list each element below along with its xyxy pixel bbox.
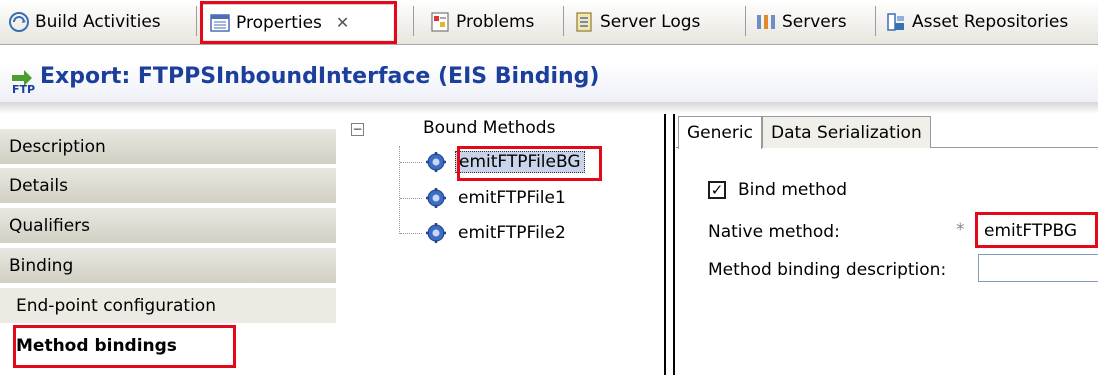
close-icon[interactable]: ✕ (336, 13, 349, 32)
tree-connector (400, 233, 422, 234)
build-activities-icon (9, 12, 29, 32)
method-gear-icon (426, 188, 446, 208)
properties-nav: Description Details Qualifiers Binding E… (0, 114, 336, 375)
nav-item-label: Description (9, 136, 106, 157)
native-method-field[interactable]: emitFTPBG (980, 218, 1097, 244)
nav-item-description[interactable]: Description (0, 129, 336, 166)
tab-separator (563, 6, 564, 36)
method-detail-panel: Generic Data Serialization (676, 114, 1098, 375)
collapse-toggle-icon[interactable]: − (351, 123, 364, 136)
problems-icon (431, 12, 449, 32)
tab-build-activities[interactable]: Build Activities (2, 4, 167, 40)
properties-icon (210, 13, 230, 32)
tree-connector (399, 146, 400, 234)
method-gear-icon (426, 223, 446, 243)
tree-connector (400, 162, 422, 163)
bind-method-checkbox[interactable]: ✓ (708, 181, 726, 199)
bound-methods-tree: − Bound Methods emitFTPFileBG emitFTPFil… (339, 114, 663, 375)
tab-data-serialization[interactable]: Data Serialization (762, 116, 931, 148)
method-binding-description-label: Method binding description: (708, 260, 947, 280)
required-marker: * (956, 220, 965, 240)
tree-item-emitftpfile2[interactable]: emitFTPFile2 (425, 219, 569, 247)
tab-server-logs[interactable]: Server Logs (567, 4, 706, 40)
nav-item-label: Details (9, 175, 68, 196)
svg-text:FTP: FTP (12, 83, 35, 94)
nav-item-label: Method bindings (16, 335, 177, 356)
page-title: Export: FTPPSInboundInterface (EIS Bindi… (40, 64, 600, 89)
method-binding-description-row: Method binding description: (708, 258, 946, 282)
properties-header: FTP Export: FTPPSInboundInterface (EIS B… (0, 62, 1098, 102)
nav-item-end-point-configuration[interactable]: End-point configuration (0, 288, 336, 325)
tab-label: Problems (456, 12, 535, 32)
tab-servers[interactable]: Servers (749, 4, 853, 40)
nav-item-label: End-point configuration (16, 295, 216, 316)
servers-icon (757, 15, 775, 29)
tab-problems[interactable]: Problems (423, 4, 540, 40)
server-logs-icon (576, 12, 592, 32)
tab-label: Servers (782, 12, 847, 32)
tree-item-label: emitFTPFile1 (458, 188, 566, 208)
bind-method-label: Bind method (738, 180, 848, 200)
tree-item-emitftpfile1[interactable]: emitFTPFile1 (425, 184, 569, 212)
method-binding-description-field[interactable] (978, 254, 1098, 282)
tree-connector (400, 198, 422, 199)
tab-asset-repositories[interactable]: Asset Repositories (879, 4, 1074, 40)
nav-item-label: Binding (9, 255, 74, 276)
nav-item-details[interactable]: Details (0, 168, 336, 205)
tab-label: Properties (236, 12, 322, 33)
tree-root-label[interactable]: Bound Methods (423, 118, 555, 138)
panel-splitter[interactable] (664, 114, 675, 375)
nav-item-qualifiers[interactable]: Qualifiers (0, 208, 336, 245)
ftp-export-icon: FTP (12, 70, 35, 94)
tree-item-emitftpfilebg[interactable]: emitFTPFileBG (425, 148, 585, 176)
nav-item-binding[interactable]: Binding (0, 248, 336, 285)
tab-separator (875, 6, 876, 36)
tree-item-label: emitFTPFile2 (458, 223, 566, 243)
tab-separator (196, 6, 197, 36)
header-divider (0, 102, 1098, 114)
detail-tab-bar: Generic Data Serialization (676, 114, 1098, 149)
asset-repositories-icon (887, 13, 904, 31)
tab-generic[interactable]: Generic (678, 116, 762, 149)
tree-item-label: emitFTPFileBG (455, 151, 585, 173)
tab-label: Data Serialization (771, 122, 922, 143)
tab-label: Build Activities (35, 12, 161, 32)
view-tab-bar: Build Activities Properties ✕ Problems S… (0, 0, 1098, 45)
method-gear-icon (426, 152, 446, 172)
nav-item-label: Qualifiers (9, 215, 91, 236)
bind-method-row: ✓ Bind method (708, 178, 847, 202)
native-method-row: Native method: (708, 220, 840, 244)
check-mark-icon: ✓ (710, 180, 724, 199)
tab-label: Generic (687, 123, 753, 143)
tab-label: Asset Repositories (912, 12, 1069, 32)
nav-item-method-bindings[interactable]: Method bindings (0, 328, 336, 365)
tab-label: Server Logs (600, 12, 701, 32)
tab-properties[interactable]: Properties ✕ (203, 4, 393, 40)
native-method-label: Native method: (708, 222, 840, 242)
tab-separator (745, 6, 746, 36)
tab-separator (413, 6, 414, 36)
